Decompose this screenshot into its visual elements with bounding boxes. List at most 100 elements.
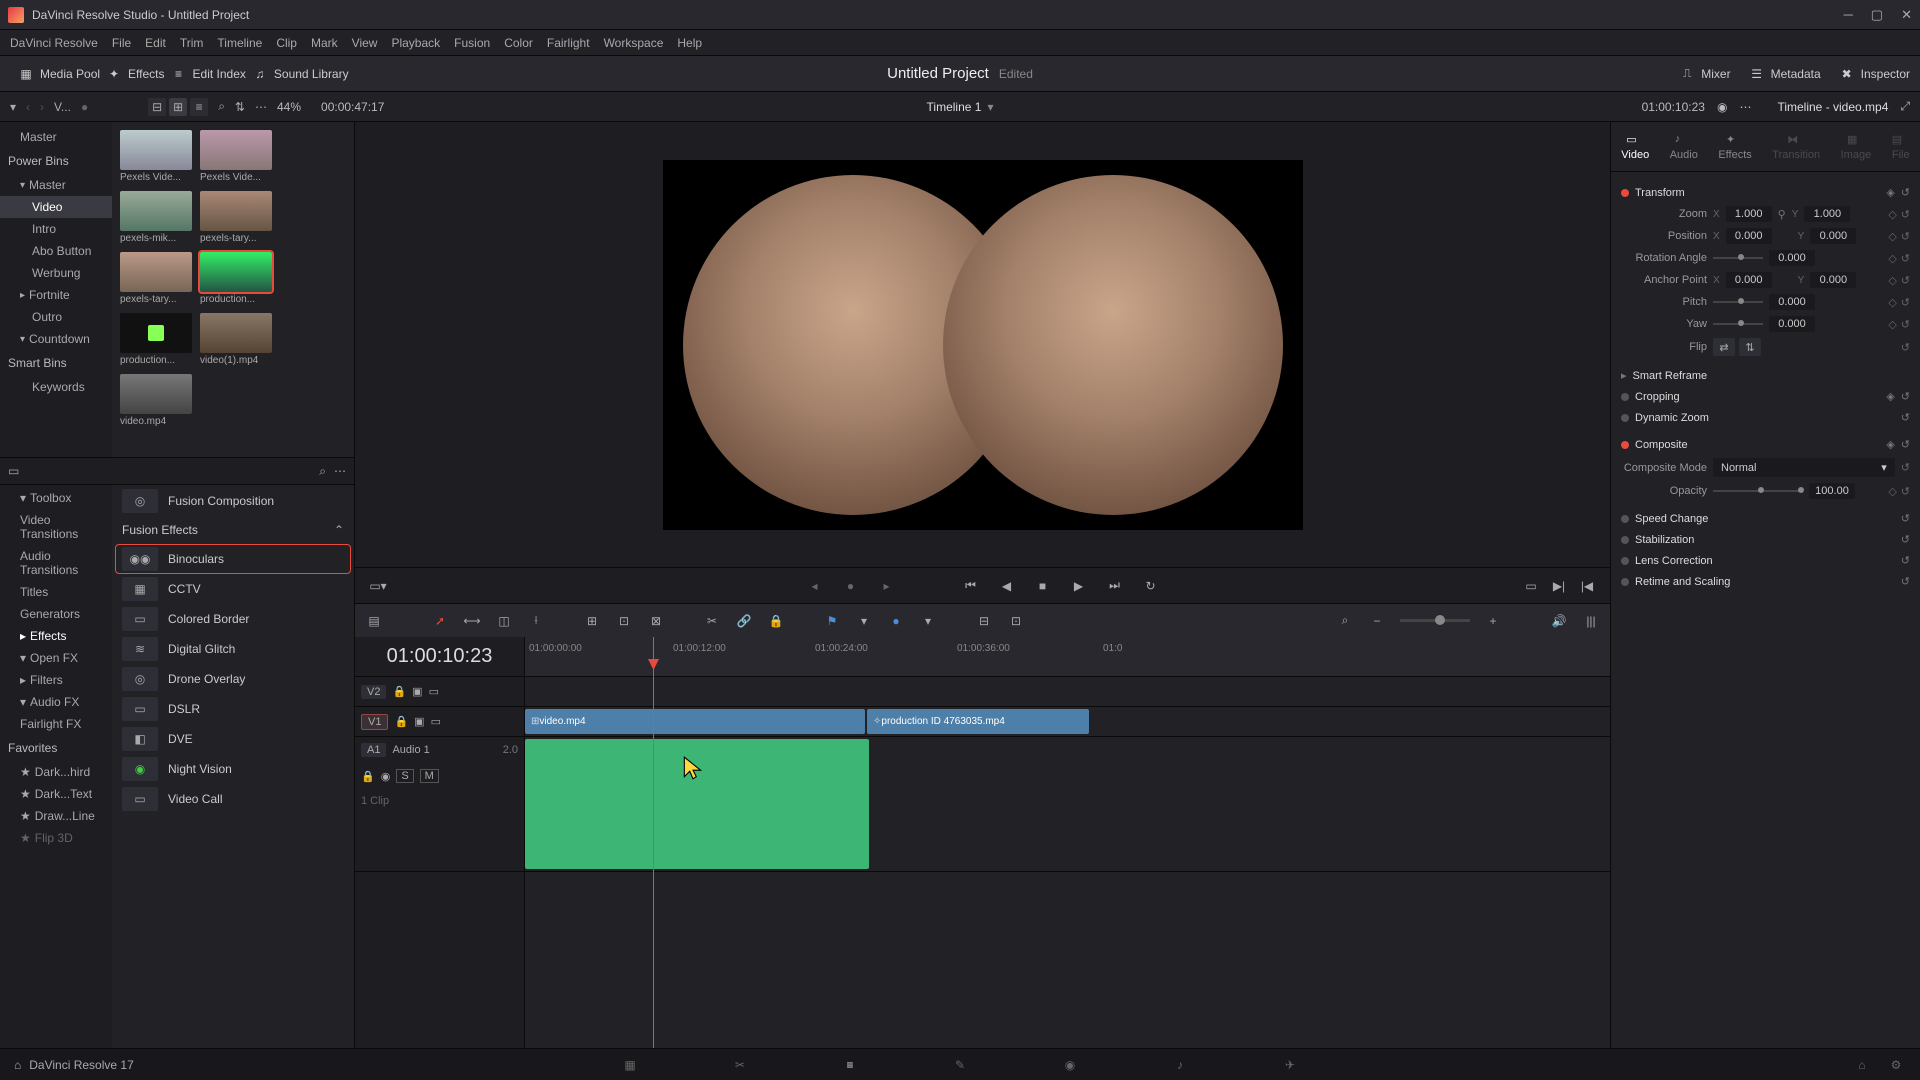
jump-start-icon[interactable]: ⏮ [962,577,980,595]
tab-image[interactable]: ▦Image [1841,133,1872,161]
reset-icon[interactable]: ↺ [1901,208,1910,221]
sort-icon[interactable]: ⇅ [235,100,245,114]
section-stabilization[interactable]: Stabilization↺ [1621,529,1910,550]
menu-edit[interactable]: Edit [145,36,166,50]
bin-fortnite[interactable]: ▸Fortnite [0,284,112,306]
fx-colored-border[interactable]: ▭Colored Border [116,605,350,633]
bin-intro[interactable]: Intro [0,218,112,240]
meter-icon[interactable]: ||| [1582,612,1600,630]
track-header-a1[interactable]: A1Audio 12.0 🔒◉SM 1 Clip [355,737,524,872]
toggle-effects[interactable]: ✦Effects [106,66,164,82]
bin-abo[interactable]: Abo Button [0,240,112,262]
fx-search-icon[interactable]: ⌕ [319,464,326,479]
fx-fav[interactable]: ★ Dark...Text [0,783,112,805]
opacity-slider[interactable] [1713,490,1803,492]
menu-app[interactable]: DaVinci Resolve [10,36,98,50]
tab-file[interactable]: ▤File [1892,133,1910,161]
fx-toolbox[interactable]: ▾Toolbox [0,487,112,509]
linked-move-icon[interactable]: ⊡ [1007,612,1025,630]
blade-tool-icon[interactable]: ⟊ [527,612,545,630]
fx-audio-trans[interactable]: Audio Transitions [0,545,112,581]
section-cropping[interactable]: Cropping◈↺ [1621,386,1910,407]
keyframe-icon[interactable]: ◇ [1888,485,1896,498]
smart-bins-header[interactable]: Smart Bins [0,350,112,376]
track-v2[interactable] [525,677,1610,707]
bin-keywords[interactable]: Keywords [0,376,112,398]
keyframe-icon[interactable]: ◈ [1886,438,1894,451]
reset-icon[interactable]: ↺ [1901,438,1910,451]
zoom-to-fit-icon[interactable]: ⌕ [1336,612,1354,630]
mute-icon[interactable]: M [420,769,439,783]
page-deliver[interactable]: ✈ [1280,1055,1300,1075]
clip-thumb[interactable]: video(1).mp4 [200,313,272,366]
chevron-down-icon[interactable]: ▾ [855,612,873,630]
replace-icon[interactable]: ⊠ [647,612,665,630]
page-media[interactable]: ▦ [620,1055,640,1075]
auto-select-icon[interactable]: ▣ [412,685,422,698]
video-clip[interactable]: ⊞ video.mp4 [525,709,865,734]
viewer-options-icon[interactable]: ⋯ [1739,100,1751,114]
section-lens[interactable]: Lens Correction↺ [1621,550,1910,571]
expand-icon[interactable]: ⤢ [1900,99,1910,114]
section-retime[interactable]: Retime and Scaling↺ [1621,571,1910,592]
audio-icon[interactable]: 🔊 [1550,612,1568,630]
page-edit[interactable]: ≡ [840,1055,860,1075]
menu-file[interactable]: File [112,36,131,50]
fx-digital-glitch[interactable]: ≋Digital Glitch [116,635,350,663]
zoom-in-icon[interactable]: + [1484,612,1502,630]
anchor-x-input[interactable]: 0.000 [1726,272,1772,288]
viewer-zoom[interactable]: 44% [277,100,301,114]
dot-icon[interactable]: ● [842,577,860,595]
razor-tool-icon[interactable]: ✂ [703,612,721,630]
fx-openfx[interactable]: ▾Open FX [0,647,112,669]
reset-icon[interactable]: ↺ [1901,186,1910,199]
fx-fairlight[interactable]: Fairlight FX [0,713,112,735]
lock-icon[interactable]: 🔒 [767,612,785,630]
prev-edit-icon[interactable]: ◂ [806,577,824,595]
auto-select-icon[interactable]: ▣ [414,715,424,728]
disable-icon[interactable]: ▭ [429,685,439,698]
clip-thumb[interactable]: pexels-mik... [120,191,192,244]
menu-clip[interactable]: Clip [276,36,297,50]
toggle-media-pool[interactable]: ▦Media Pool [18,66,100,82]
insert-icon[interactable]: ⊞ [583,612,601,630]
reset-icon[interactable]: ↺ [1901,341,1910,354]
section-transform[interactable]: Transform◈↺ [1621,182,1910,203]
home-icon[interactable]: ⌂ [14,1058,21,1072]
track-a1[interactable] [525,737,1610,872]
chevron-down-icon[interactable]: ▾ [919,612,937,630]
home-button[interactable]: ⌂ [1852,1055,1872,1075]
tab-transition[interactable]: ⧓Transition [1772,133,1820,161]
fx-video-call[interactable]: ▭Video Call [116,785,350,813]
bin-master[interactable]: ▾Master [0,174,112,196]
fx-options-icon[interactable]: ⋯ [334,464,346,478]
jump-end-icon[interactable]: ⏭ [1106,577,1124,595]
view-list-icon[interactable]: ≡ [190,98,208,116]
reset-icon[interactable]: ↺ [1901,318,1910,331]
bin-path[interactable]: V... [54,100,71,114]
selection-tool-icon[interactable]: ➚ [431,612,449,630]
bin-video[interactable]: Video [0,196,112,218]
options-icon[interactable]: ⋯ [255,100,267,114]
keyframe-icon[interactable]: ◇ [1888,274,1896,287]
section-dynamic-zoom[interactable]: Dynamic Zoom↺ [1621,407,1910,428]
fx-effects[interactable]: ▸Effects [0,625,112,647]
fx-cctv[interactable]: ▦CCTV [116,575,350,603]
fx-binoculars[interactable]: ◉◉Binoculars [116,545,350,573]
keyframe-icon[interactable]: ◇ [1888,208,1896,221]
keyframe-icon[interactable]: ◇ [1888,318,1896,331]
video-clip[interactable]: ✧ production ID 4763035.mp4 [867,709,1089,734]
yaw-input[interactable]: 0.000 [1769,316,1815,332]
fx-fav[interactable]: ★ Flip 3D [0,827,112,849]
fx-favorites-header[interactable]: Favorites [0,735,112,761]
pitch-input[interactable]: 0.000 [1769,294,1815,310]
yaw-slider[interactable] [1713,323,1763,325]
toggle-inspector[interactable]: ✖Inspector [1839,66,1910,82]
view-grid-icon[interactable]: ⊞ [169,98,187,116]
timeline-view-icon[interactable]: ▤ [365,612,383,630]
lock-icon[interactable]: 🔒 [392,685,406,698]
menu-trim[interactable]: Trim [180,36,204,50]
toggle-sound-library[interactable]: ♫Sound Library [252,66,349,82]
page-cut[interactable]: ✂ [730,1055,750,1075]
fx-drone-overlay[interactable]: ◎Drone Overlay [116,665,350,693]
